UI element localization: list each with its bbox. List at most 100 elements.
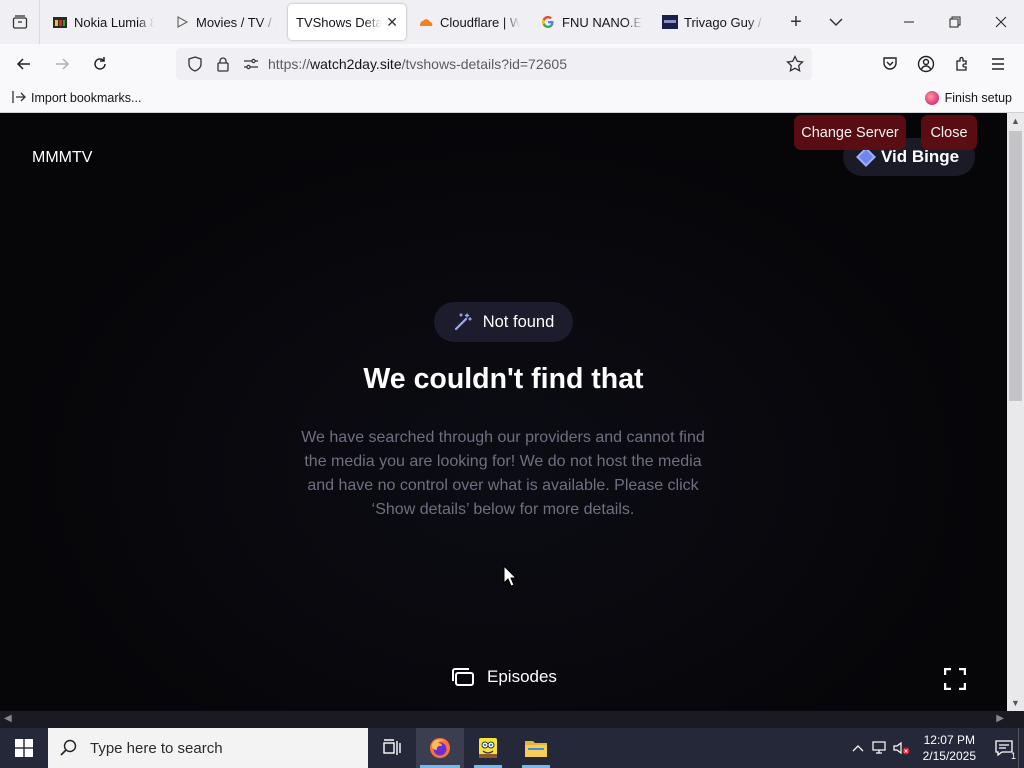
- import-bookmarks-link[interactable]: Import bookmarks...: [12, 90, 141, 107]
- chevron-down-icon: [829, 18, 843, 27]
- url-path: /tvshows-details?id=72605: [401, 56, 567, 72]
- menu-button[interactable]: [980, 48, 1016, 80]
- search-icon: [60, 739, 77, 756]
- error-heading: We couldn't find that: [363, 363, 644, 395]
- new-tab-button[interactable]: +: [778, 4, 814, 40]
- arrow-right-icon: [56, 58, 70, 70]
- puzzle-icon: [956, 56, 967, 71]
- reload-button[interactable]: [82, 48, 118, 80]
- extensions-button[interactable]: [944, 48, 980, 80]
- close-icon: [995, 16, 1007, 28]
- tab-list-button[interactable]: [0, 0, 40, 44]
- taskbar-clock[interactable]: 12:07 PM 2/15/2025: [923, 732, 976, 764]
- import-bookmarks-label: Import bookmarks...: [31, 91, 142, 105]
- tab-nokia[interactable]: Nokia Lumia 8: [44, 4, 162, 40]
- account-button[interactable]: [908, 48, 944, 80]
- page-content: MMMTV Vid Binge Change Server Close Not …: [0, 113, 1007, 711]
- close-tab-icon[interactable]: ✕: [386, 14, 398, 31]
- taskbar-file-explorer[interactable]: [512, 728, 560, 768]
- forward-button[interactable]: [44, 48, 80, 80]
- scrollbar-thumb[interactable]: [1009, 131, 1022, 401]
- diamond-icon: [856, 147, 876, 167]
- nokia-favicon-icon: [52, 14, 68, 30]
- close-button[interactable]: Close: [921, 115, 977, 150]
- window-controls: [886, 0, 1024, 44]
- taskbar-spongebob-app[interactable]: [464, 728, 512, 768]
- mouse-cursor-icon: [503, 565, 517, 587]
- tab-trivago[interactable]: Trivago Guy / I: [654, 4, 772, 40]
- finish-setup-button[interactable]: Finish setup: [924, 91, 1012, 105]
- action-center-button[interactable]: 1: [990, 739, 1018, 761]
- volume-muted-icon[interactable]: [891, 741, 913, 755]
- clock-time: 12:07 PM: [923, 733, 975, 747]
- badge-label: Not found: [482, 312, 555, 331]
- tab-list-icon: [12, 15, 27, 29]
- tab-tvshows-details[interactable]: TVShows Detail ✕: [288, 4, 406, 40]
- close-window-button[interactable]: [978, 0, 1024, 44]
- notification-count: 1: [1010, 751, 1016, 761]
- taskbar-firefox[interactable]: [416, 728, 464, 768]
- network-icon[interactable]: [869, 741, 891, 755]
- tab-strip: Nokia Lumia 8 Movies / TV / A TVShows De…: [0, 0, 1024, 44]
- navigation-toolbar: https://watch2day.site/tvshows-details?i…: [0, 44, 1024, 84]
- episodes-icon: [452, 668, 474, 686]
- restore-icon: [949, 16, 961, 28]
- arrow-left-icon: [16, 58, 30, 70]
- bookmark-star-icon[interactable]: [784, 53, 806, 75]
- play-icon: [174, 14, 190, 30]
- error-description: We have searched through our providers a…: [301, 429, 705, 518]
- episodes-button[interactable]: Episodes: [451, 667, 557, 687]
- reload-icon: [94, 57, 106, 70]
- task-view-button[interactable]: [368, 728, 416, 768]
- fullscreen-icon: [943, 667, 967, 691]
- change-server-button[interactable]: Change Server: [794, 115, 906, 150]
- episodes-label: Episodes: [487, 667, 557, 686]
- tracking-protection-shield-icon[interactable]: [184, 53, 206, 75]
- page-permissions-icon[interactable]: [240, 53, 262, 75]
- scroll-up-icon[interactable]: ▲: [1011, 116, 1020, 126]
- tab-cloudflare[interactable]: Cloudflare | W: [410, 4, 528, 40]
- minimize-icon: [904, 21, 914, 23]
- plus-icon: +: [790, 10, 802, 33]
- folder-icon: [525, 741, 547, 757]
- tab-fnu-nano[interactable]: FNU NANO.EX: [532, 4, 650, 40]
- start-button[interactable]: [0, 728, 48, 768]
- tab-title: Cloudflare | W: [440, 14, 520, 30]
- tab-movies[interactable]: Movies / TV / A: [166, 4, 284, 40]
- import-icon: [12, 90, 26, 107]
- minimize-button[interactable]: [886, 0, 932, 44]
- tab-title: Nokia Lumia 8: [74, 14, 154, 30]
- scroll-down-icon[interactable]: ▼: [1011, 698, 1020, 708]
- finish-setup-label: Finish setup: [944, 91, 1012, 105]
- list-all-tabs-button[interactable]: [818, 4, 854, 40]
- address-bar[interactable]: https://watch2day.site/tvshows-details?i…: [176, 48, 812, 80]
- site-brand[interactable]: MMMTV: [32, 149, 92, 167]
- fullscreen-button[interactable]: [943, 667, 967, 691]
- show-hidden-icons-button[interactable]: [847, 744, 869, 752]
- show-desktop-button[interactable]: [1018, 728, 1024, 768]
- cloudflare-icon: [418, 14, 434, 30]
- toolbar-right: [872, 48, 1016, 80]
- horizontal-scrollbar[interactable]: ◀ ▶: [0, 711, 1024, 728]
- scroll-left-icon[interactable]: ◀: [4, 713, 12, 724]
- firefox-icon: [430, 738, 450, 758]
- restore-button[interactable]: [932, 0, 978, 44]
- vertical-scrollbar[interactable]: ▲ ▼: [1007, 113, 1024, 711]
- vid-binge-label: Vid Binge: [880, 147, 960, 166]
- clock-date: 2/15/2025: [922, 749, 976, 763]
- windows-logo-icon: [15, 739, 33, 757]
- tab-title: TVShows Detail: [296, 14, 383, 30]
- firefox-setup-icon: [924, 91, 939, 105]
- account-icon: [917, 55, 935, 73]
- search-placeholder: Type here to search: [90, 739, 223, 757]
- scroll-right-icon[interactable]: ▶: [996, 713, 1004, 724]
- taskbar-search-box[interactable]: Type here to search: [48, 728, 368, 768]
- pocket-button[interactable]: [872, 48, 908, 80]
- chevron-up-icon: [852, 745, 864, 752]
- tab-title: FNU NANO.EX: [562, 14, 642, 30]
- hamburger-menu-icon: [992, 58, 1004, 70]
- lock-icon[interactable]: [212, 53, 234, 75]
- url-text[interactable]: https://watch2day.site/tvshows-details?i…: [268, 56, 567, 72]
- back-button[interactable]: [6, 48, 42, 80]
- google-icon: [540, 14, 556, 30]
